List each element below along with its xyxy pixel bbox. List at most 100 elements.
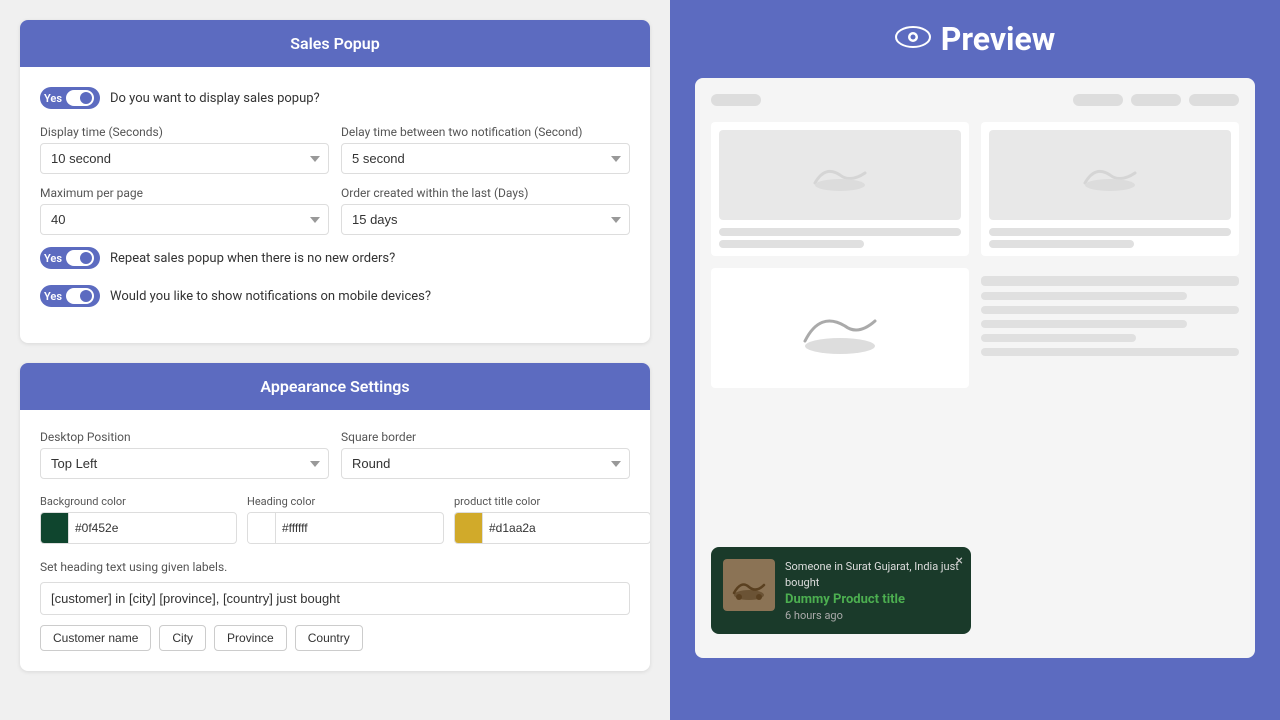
display-popup-toggle-badge[interactable]: Yes xyxy=(40,87,100,109)
product-image-mock-2 xyxy=(989,130,1231,220)
detail-line-6 xyxy=(981,348,1239,356)
preview-browser: × Someone in Surat Gujarat, India just b… xyxy=(695,78,1255,658)
detail-line-5 xyxy=(981,334,1136,342)
product-line-1 xyxy=(719,228,961,236)
background-color-text[interactable] xyxy=(69,521,236,535)
delay-time-label: Delay time between two notification (Sec… xyxy=(341,125,630,139)
delay-time-group: Delay time between two notification (Sec… xyxy=(341,125,630,174)
repeat-yes-label: Yes xyxy=(44,252,62,265)
detail-line-4 xyxy=(981,320,1187,328)
product-card-mock-1 xyxy=(711,122,969,256)
eye-icon xyxy=(895,23,931,56)
product-line-2 xyxy=(719,240,864,248)
detail-line-1 xyxy=(981,276,1239,286)
position-border-grid: Desktop Position Top Left Square border … xyxy=(40,430,630,479)
max-per-page-label: Maximum per page xyxy=(40,186,329,200)
display-popup-toggle[interactable] xyxy=(66,90,94,106)
delay-time-select[interactable]: 5 second xyxy=(341,143,630,174)
template-input[interactable] xyxy=(40,582,630,615)
appearance-body: Desktop Position Top Left Square border … xyxy=(20,410,650,671)
mobile-toggle[interactable] xyxy=(66,288,94,304)
product-detail-lines xyxy=(981,268,1239,388)
max-per-page-group: Maximum per page 40 xyxy=(40,186,329,235)
product-lines-2 xyxy=(989,228,1231,248)
display-popup-label: Do you want to display sales popup? xyxy=(110,91,320,106)
province-tag-button[interactable]: Province xyxy=(214,625,287,651)
country-tag-button[interactable]: Country xyxy=(295,625,363,651)
appearance-card: Appearance Settings Desktop Position Top… xyxy=(20,363,650,671)
heading-color-label: Heading color xyxy=(247,495,444,508)
popup-notification: × Someone in Surat Gujarat, India just b… xyxy=(711,547,971,634)
display-popup-row: Yes Do you want to display sales popup? xyxy=(40,87,630,109)
toggle-yes-label: Yes xyxy=(44,92,62,105)
preview-title-row: Preview xyxy=(895,20,1056,58)
order-created-select[interactable]: 15 days xyxy=(341,204,630,235)
nav-link-bar-1 xyxy=(1073,94,1123,106)
right-panel: Preview xyxy=(670,0,1280,720)
preview-heading: Preview xyxy=(941,20,1056,58)
background-color-group: Background color xyxy=(40,495,237,544)
square-border-select[interactable]: Round xyxy=(341,448,630,479)
repeat-label: Repeat sales popup when there is no new … xyxy=(110,251,395,266)
desktop-position-select[interactable]: Top Left xyxy=(40,448,329,479)
repeat-toggle[interactable] xyxy=(66,250,94,266)
display-time-label: Display time (Seconds) xyxy=(40,125,329,139)
city-tag-button[interactable]: City xyxy=(159,625,206,651)
popup-header-text: Someone in Surat Gujarat, India just bou… xyxy=(785,559,959,590)
product-line-3 xyxy=(989,228,1231,236)
product-card-mock-2 xyxy=(981,122,1239,256)
heading-color-input[interactable] xyxy=(247,512,444,544)
square-border-group: Square border Round xyxy=(341,430,630,479)
popup-close-button[interactable]: × xyxy=(956,553,963,569)
appearance-header: Appearance Settings xyxy=(20,363,650,410)
product-title-color-swatch xyxy=(455,513,483,543)
product-detail-image-mock xyxy=(711,268,969,388)
display-time-group: Display time (Seconds) 10 second xyxy=(40,125,329,174)
heading-color-swatch xyxy=(248,513,276,543)
product-image-mock-1 xyxy=(719,130,961,220)
detail-line-2 xyxy=(981,292,1187,300)
repeat-toggle-badge[interactable]: Yes xyxy=(40,247,100,269)
time-settings-grid: Display time (Seconds) 10 second Delay t… xyxy=(40,125,630,174)
product-line-4 xyxy=(989,240,1134,248)
product-title-color-input[interactable] xyxy=(454,512,650,544)
sales-popup-title: Sales Popup xyxy=(290,34,379,53)
mobile-label: Would you like to show notifications on … xyxy=(110,289,431,304)
product-title-color-label: product title color xyxy=(454,495,650,508)
mobile-toggle-badge[interactable]: Yes xyxy=(40,285,100,307)
product-grid-mock xyxy=(711,122,1239,256)
nav-link-bar-3 xyxy=(1189,94,1239,106)
popup-content: Someone in Surat Gujarat, India just bou… xyxy=(785,559,959,622)
bottom-section-mock xyxy=(711,268,1239,388)
mobile-toggle-row: Yes Would you like to show notifications… xyxy=(40,285,630,307)
nav-link-bar-2 xyxy=(1131,94,1181,106)
order-settings-grid: Maximum per page 40 Order created within… xyxy=(40,186,630,235)
browser-nav xyxy=(711,94,1239,106)
tag-button-row: Customer name City Province Country xyxy=(40,625,630,651)
heading-color-group: Heading color xyxy=(247,495,444,544)
product-title-color-text[interactable] xyxy=(483,521,650,535)
order-created-group: Order created within the last (Days) 15 … xyxy=(341,186,630,235)
detail-line-3 xyxy=(981,306,1239,314)
desktop-position-group: Desktop Position Top Left xyxy=(40,430,329,479)
background-color-swatch xyxy=(41,513,69,543)
popup-product-image xyxy=(723,559,775,611)
display-time-select[interactable]: 10 second xyxy=(40,143,329,174)
max-per-page-select[interactable]: 40 xyxy=(40,204,329,235)
popup-time: 6 hours ago xyxy=(785,609,959,622)
popup-product-title: Dummy Product title xyxy=(785,592,959,607)
left-panel: Sales Popup Yes Do you want to display s… xyxy=(0,0,670,720)
product-title-color-group: product title color xyxy=(454,495,650,544)
background-color-label: Background color xyxy=(40,495,237,508)
sales-popup-body: Yes Do you want to display sales popup? … xyxy=(20,67,650,343)
heading-text-description: Set heading text using given labels. xyxy=(40,560,630,574)
background-color-input[interactable] xyxy=(40,512,237,544)
sales-popup-header: Sales Popup xyxy=(20,20,650,67)
square-border-label: Square border xyxy=(341,430,630,444)
sales-popup-card: Sales Popup Yes Do you want to display s… xyxy=(20,20,650,343)
heading-color-text[interactable] xyxy=(276,521,443,535)
appearance-title: Appearance Settings xyxy=(260,377,409,396)
customer-name-tag-button[interactable]: Customer name xyxy=(40,625,151,651)
order-created-label: Order created within the last (Days) xyxy=(341,186,630,200)
product-lines-1 xyxy=(719,228,961,248)
